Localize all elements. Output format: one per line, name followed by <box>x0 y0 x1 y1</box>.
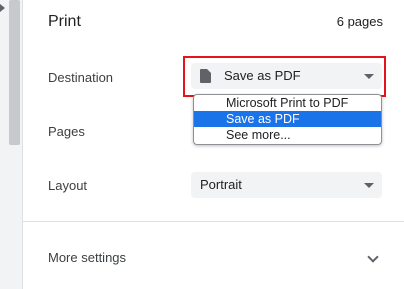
scroll-arrow-icon[interactable] <box>0 4 5 12</box>
layout-select[interactable]: Portrait <box>191 172 382 198</box>
pages-label: Pages <box>48 124 85 139</box>
document-icon <box>200 69 211 83</box>
option-microsoft-print-to-pdf[interactable]: Microsoft Print to PDF <box>194 95 381 111</box>
destination-label: Destination <box>48 70 114 85</box>
chevron-down-icon <box>364 183 374 188</box>
destination-value: Save as PDF <box>224 68 301 83</box>
option-see-more[interactable]: See more... <box>194 127 381 143</box>
destination-select[interactable]: Save as PDF <box>191 63 382 89</box>
print-title: Print <box>48 13 81 30</box>
option-save-as-pdf[interactable]: Save as PDF <box>194 111 381 127</box>
scroll-thumb[interactable] <box>9 0 20 145</box>
chevron-down-icon <box>364 74 374 79</box>
left-scrollbar[interactable] <box>0 0 23 289</box>
page-count: 6 pages <box>336 14 383 29</box>
layout-label: Layout <box>48 178 88 193</box>
more-settings-label: More settings <box>48 250 127 265</box>
destination-dropdown: Microsoft Print to PDF Save as PDF See m… <box>193 94 382 145</box>
chevron-down-icon <box>367 251 379 263</box>
layout-value: Portrait <box>200 177 242 192</box>
more-settings-toggle[interactable]: More settings <box>22 222 404 289</box>
